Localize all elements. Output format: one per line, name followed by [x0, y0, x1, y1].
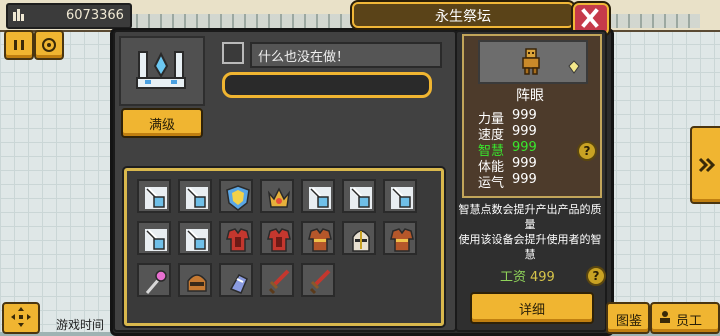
portrait-box — [478, 40, 588, 84]
altar-preview — [119, 36, 205, 106]
red-sword-icon — [268, 269, 290, 295]
pause-icon — [14, 40, 24, 50]
catalog-button[interactable]: 图鉴 — [606, 302, 650, 334]
stat-row: 速度 999 — [478, 124, 598, 143]
inventory-slot[interactable] — [137, 263, 171, 297]
speed-button[interactable] — [34, 30, 64, 60]
double-chevron-right-icon — [698, 157, 716, 173]
stat-value: 999 — [512, 124, 537, 139]
status-field: 什么也没在做！ — [250, 42, 442, 68]
inventory-slot[interactable] — [301, 179, 335, 213]
status-checkbox[interactable] — [222, 42, 244, 64]
altar-icon — [136, 51, 186, 89]
money-display: 6073366 — [6, 3, 132, 29]
wage-display: 工资 499 — [500, 266, 555, 285]
potion-vial-icon — [391, 187, 413, 209]
wage-value: 499 — [530, 270, 555, 285]
inventory-slot[interactable] — [342, 221, 376, 255]
inventory-slot[interactable] — [260, 221, 294, 255]
status-text: 什么也没在做！ — [258, 50, 350, 65]
inventory-slot[interactable] — [178, 179, 212, 213]
potion-vial-icon — [145, 229, 167, 251]
bronze-helmet-icon — [187, 274, 207, 292]
speed-icon — [42, 38, 56, 52]
inventory-slot[interactable] — [260, 179, 294, 213]
game-time-label: 游戏时间 — [56, 318, 105, 332]
detail-button[interactable]: 详细 — [470, 292, 594, 324]
catalog-label: 图鉴 — [616, 314, 643, 329]
small-gem-icon — [568, 60, 580, 74]
golden-idol-icon — [522, 48, 540, 75]
staff-icon — [660, 311, 670, 323]
question-icon[interactable]: ? — [577, 141, 597, 161]
gold-crown-icon — [267, 187, 291, 208]
dialog-title: 永生祭坛 — [435, 9, 491, 25]
stat-description: 智慧点数会提升产出产品的质量 使用该设备会提升使用者的智慧 — [458, 202, 602, 262]
work-progress-bar — [222, 72, 432, 98]
detail-button-label: 详细 — [518, 303, 545, 318]
move-button[interactable] — [2, 302, 40, 334]
stat-value: 999 — [512, 108, 537, 123]
inventory-slot[interactable] — [301, 263, 335, 297]
dialog-title-bar: 永生祭坛 — [352, 2, 574, 28]
blue-gauntlet-icon — [229, 274, 248, 294]
inventory-grid — [124, 168, 444, 326]
stat-value: 999 — [512, 140, 537, 155]
inventory-slot[interactable] — [137, 179, 171, 213]
knight-helmet-icon — [352, 230, 370, 252]
money-value: 6073366 — [66, 8, 124, 23]
stat-label: 运气 — [478, 176, 505, 191]
stat-value: 999 — [512, 156, 537, 171]
move-arrows-icon — [11, 307, 31, 327]
wage-label: 工资 — [500, 270, 527, 285]
crest-shield-icon — [226, 185, 250, 211]
character-name: 阵眼 — [516, 88, 544, 104]
potion-vial-icon — [350, 187, 372, 209]
close-x-icon — [581, 8, 599, 28]
potion-vial-icon — [145, 187, 167, 209]
potion-vial-icon — [186, 229, 208, 251]
magic-staff-icon — [145, 270, 167, 294]
max-level-label: 满级 — [148, 118, 175, 133]
inventory-slot[interactable] — [383, 179, 417, 213]
inventory-slot[interactable] — [301, 221, 335, 255]
red-armor-icon — [267, 228, 291, 252]
inventory-slot[interactable] — [219, 179, 253, 213]
stat-row: 运气 999 — [478, 172, 598, 191]
potion-vial-icon — [186, 187, 208, 209]
side-expand-button[interactable] — [690, 126, 720, 204]
inventory-slot[interactable] — [178, 221, 212, 255]
wage-question-icon[interactable]: ? — [586, 266, 606, 286]
inventory-slot[interactable] — [178, 263, 212, 297]
inventory-slot[interactable] — [383, 221, 417, 255]
pause-button[interactable] — [4, 30, 34, 60]
inventory-slot[interactable] — [219, 263, 253, 297]
red-sword-icon — [309, 269, 331, 295]
stat-row: 力量 999 — [478, 108, 598, 127]
stat-value: 999 — [512, 172, 537, 187]
brown-armor-icon — [390, 228, 414, 252]
staff-label: 员工 — [676, 314, 703, 329]
brown-armor-icon — [308, 228, 332, 252]
inventory-slot[interactable] — [137, 221, 171, 255]
inventory-slot[interactable] — [260, 263, 294, 297]
staff-button[interactable]: 员工 — [650, 302, 720, 334]
max-level-button[interactable]: 满级 — [121, 108, 203, 138]
inventory-slot[interactable] — [219, 221, 253, 255]
inventory-slot[interactable] — [342, 179, 376, 213]
cash-icon — [13, 9, 24, 21]
description-line-2: 使用该设备会提升使用者的智慧 — [458, 233, 602, 261]
potion-vial-icon — [309, 187, 331, 209]
description-line-1: 智慧点数会提升产出产品的质量 — [458, 203, 602, 231]
red-armor-icon — [226, 228, 250, 252]
